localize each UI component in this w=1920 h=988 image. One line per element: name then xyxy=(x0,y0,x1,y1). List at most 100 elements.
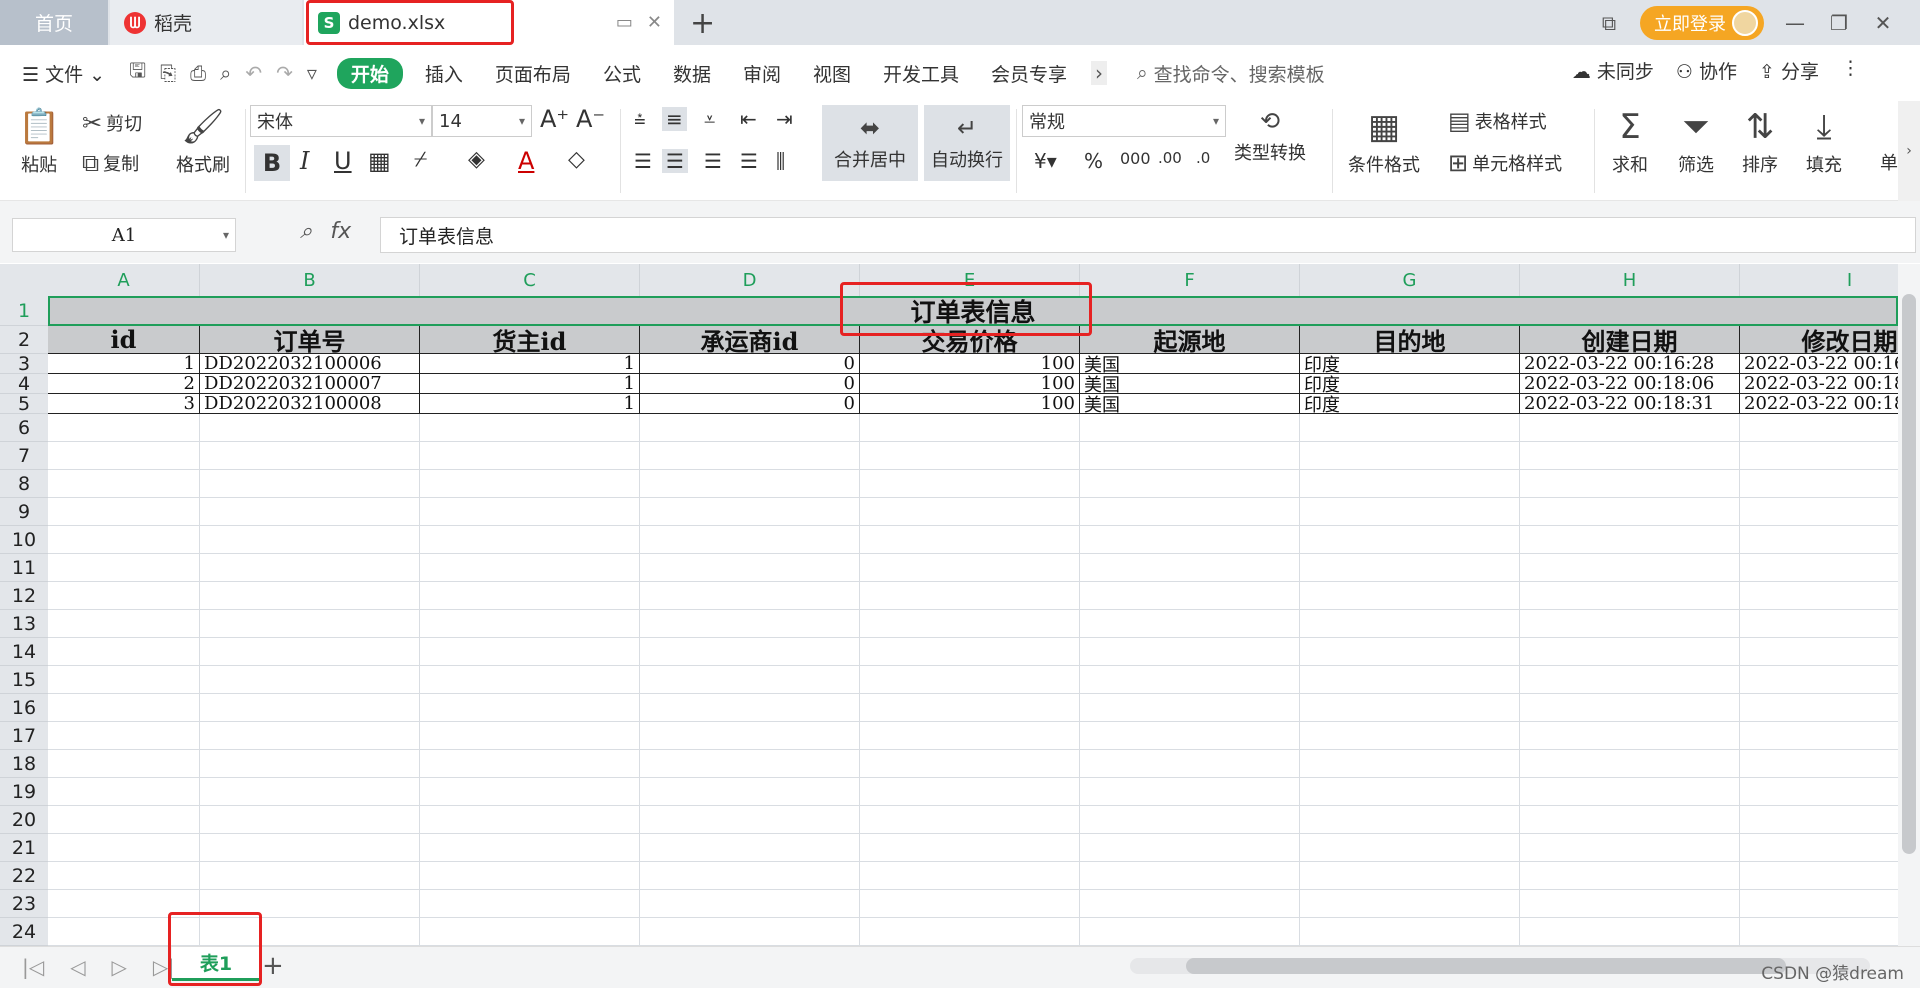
header-cell-a[interactable]: id xyxy=(48,326,200,354)
name-box[interactable]: A1 xyxy=(12,218,236,252)
column-header-a[interactable]: A xyxy=(48,264,200,296)
align-left-icon[interactable]: ☰ xyxy=(634,149,652,173)
tab-review[interactable]: 审阅 xyxy=(743,60,781,87)
data-cell-h4[interactable]: 2022-03-22 00:18:06 xyxy=(1520,374,1740,394)
decrease-indent-icon[interactable]: ⇤ xyxy=(740,107,757,131)
sheet-tab-1[interactable]: 表1 xyxy=(172,947,260,981)
first-sheet-icon[interactable]: |◁ xyxy=(22,955,44,979)
data-cell-a5[interactable]: 3 xyxy=(48,394,200,414)
data-cell-b3[interactable]: DD2022032100006 xyxy=(200,354,420,374)
row-header-18[interactable]: 18 xyxy=(0,750,48,778)
row-header-10[interactable]: 10 xyxy=(0,526,48,554)
table-style-button[interactable]: ▤ 表格样式 xyxy=(1448,107,1547,135)
column-header-i[interactable]: I xyxy=(1740,264,1898,296)
row-header-15[interactable]: 15 xyxy=(0,666,48,694)
data-cell-g5[interactable]: 印度 xyxy=(1300,394,1520,414)
row-header-22[interactable]: 22 xyxy=(0,862,48,890)
header-cell-f[interactable]: 起源地 xyxy=(1080,326,1300,354)
row-header-19[interactable]: 19 xyxy=(0,778,48,806)
italic-icon[interactable]: I xyxy=(300,147,309,175)
data-cell-e5[interactable]: 100 xyxy=(860,394,1080,414)
tab-demo-xlsx[interactable]: S demo.xlsx ▭ ✕ xyxy=(304,0,674,45)
restore-icon[interactable]: ❐ xyxy=(1826,11,1852,35)
command-search[interactable]: ⌕ 查找命令、搜索模板 xyxy=(1137,60,1325,87)
data-cell-e4[interactable]: 100 xyxy=(860,374,1080,394)
fill-button[interactable]: ⤓ 填充 xyxy=(1806,107,1842,177)
distributed-icon[interactable]: ⫼ xyxy=(776,149,785,173)
data-cell-d4[interactable]: 0 xyxy=(640,374,860,394)
copy-button[interactable]: ⧉ 复制 xyxy=(82,149,139,177)
data-cell-a4[interactable]: 2 xyxy=(48,374,200,394)
row-header-17[interactable]: 17 xyxy=(0,722,48,750)
underline-icon[interactable]: U xyxy=(334,147,352,175)
row-header-13[interactable]: 13 xyxy=(0,610,48,638)
row-header-11[interactable]: 11 xyxy=(0,554,48,582)
row-header-9[interactable]: 9 xyxy=(0,498,48,526)
column-header-g[interactable]: G xyxy=(1300,264,1520,296)
decrease-font-icon[interactable]: A⁻ xyxy=(576,105,605,133)
row-header-20[interactable]: 20 xyxy=(0,806,48,834)
data-cell-g4[interactable]: 印度 xyxy=(1300,374,1520,394)
type-convert-button[interactable]: ⟲ 类型转换 xyxy=(1234,107,1306,165)
prev-sheet-icon[interactable]: ◁ xyxy=(70,955,85,979)
minimize-icon[interactable]: — xyxy=(1782,11,1808,35)
sync-button[interactable]: ☁ 未同步 xyxy=(1572,57,1654,84)
data-cell-d3[interactable]: 0 xyxy=(640,354,860,374)
tab-page-layout[interactable]: 页面布局 xyxy=(495,60,571,87)
page-view-icon[interactable]: ⧉ xyxy=(1596,11,1622,35)
share-button[interactable]: ⇪ 分享 xyxy=(1759,57,1819,84)
column-header-f[interactable]: F xyxy=(1080,264,1300,296)
data-cell-c4[interactable]: 1 xyxy=(420,374,640,394)
font-name-select[interactable]: 宋体 xyxy=(250,105,432,137)
increase-indent-icon[interactable]: ⇥ xyxy=(776,107,793,131)
quick-access-dropdown-icon[interactable]: ▿ xyxy=(307,61,317,85)
header-cell-g[interactable]: 目的地 xyxy=(1300,326,1520,354)
add-sheet-button[interactable]: + xyxy=(262,951,284,981)
data-cell-h3[interactable]: 2022-03-22 00:16:28 xyxy=(1520,354,1740,374)
sort-button[interactable]: ⇅ 排序 xyxy=(1742,107,1778,177)
column-header-b[interactable]: B xyxy=(200,264,420,296)
borders-icon[interactable]: ▦ xyxy=(368,147,391,175)
tab-data[interactable]: 数据 xyxy=(673,60,711,87)
row-header-4[interactable]: 4 xyxy=(0,373,48,395)
data-cell-g3[interactable]: 印度 xyxy=(1300,354,1520,374)
tab-start[interactable]: 开始 xyxy=(336,57,403,89)
sum-button[interactable]: Σ 求和 xyxy=(1612,107,1648,177)
currency-icon[interactable]: ¥▾ xyxy=(1034,149,1057,173)
zoom-search-icon[interactable]: ⌕ xyxy=(300,219,312,244)
header-cell-h[interactable]: 创建日期 xyxy=(1520,326,1740,354)
print-preview-icon[interactable]: ⌕ xyxy=(220,61,231,85)
column-header-c[interactable]: C xyxy=(420,264,640,296)
horizontal-scrollbar[interactable] xyxy=(1130,958,1870,974)
data-cell-c5[interactable]: 1 xyxy=(420,394,640,414)
new-tab-button[interactable]: + xyxy=(690,6,715,41)
row-header-16[interactable]: 16 xyxy=(0,694,48,722)
decrease-decimal-icon[interactable]: .0 xyxy=(1196,149,1210,167)
data-cell-a3[interactable]: 1 xyxy=(48,354,200,374)
data-cell-f3[interactable]: 美国 xyxy=(1080,354,1300,374)
row-header-23[interactable]: 23 xyxy=(0,890,48,918)
cell-style-button[interactable]: ⊞ 单元格样式 xyxy=(1448,149,1562,177)
column-header-d[interactable]: D xyxy=(640,264,860,296)
export-pdf-icon[interactable]: ⎘ xyxy=(160,61,176,85)
ribbon-scroll-right-icon[interactable]: › xyxy=(1898,101,1920,201)
format-painter-button[interactable]: 🖌 格式刷 xyxy=(176,107,230,177)
filter-button[interactable]: ⏷ 筛选 xyxy=(1678,107,1714,177)
data-cell-b4[interactable]: DD2022032100007 xyxy=(200,374,420,394)
header-cell-c[interactable]: 货主id xyxy=(420,326,640,354)
tab-view[interactable]: 视图 xyxy=(813,60,851,87)
number-format-select[interactable]: 常规 xyxy=(1022,105,1226,137)
fx-icon[interactable]: fx xyxy=(330,219,351,244)
more-tabs-icon[interactable]: › xyxy=(1091,61,1108,85)
tab-member[interactable]: 会员专享 xyxy=(991,60,1067,87)
row-header-24[interactable]: 24 xyxy=(0,918,48,946)
align-center-icon[interactable]: ☰ xyxy=(662,149,688,173)
data-cell-i5[interactable]: 2022-03-22 00:18:31 xyxy=(1740,394,1898,414)
align-right-icon[interactable]: ☰ xyxy=(704,149,722,173)
fill-color-icon[interactable]: ◈ xyxy=(468,147,485,172)
conditional-format-button[interactable]: ▦ 条件格式 xyxy=(1348,107,1420,177)
row-header-14[interactable]: 14 xyxy=(0,638,48,666)
row-header-6[interactable]: 6 xyxy=(0,414,48,442)
data-cell-h5[interactable]: 2022-03-22 00:18:31 xyxy=(1520,394,1740,414)
undo-icon[interactable]: ↶ xyxy=(245,61,262,85)
